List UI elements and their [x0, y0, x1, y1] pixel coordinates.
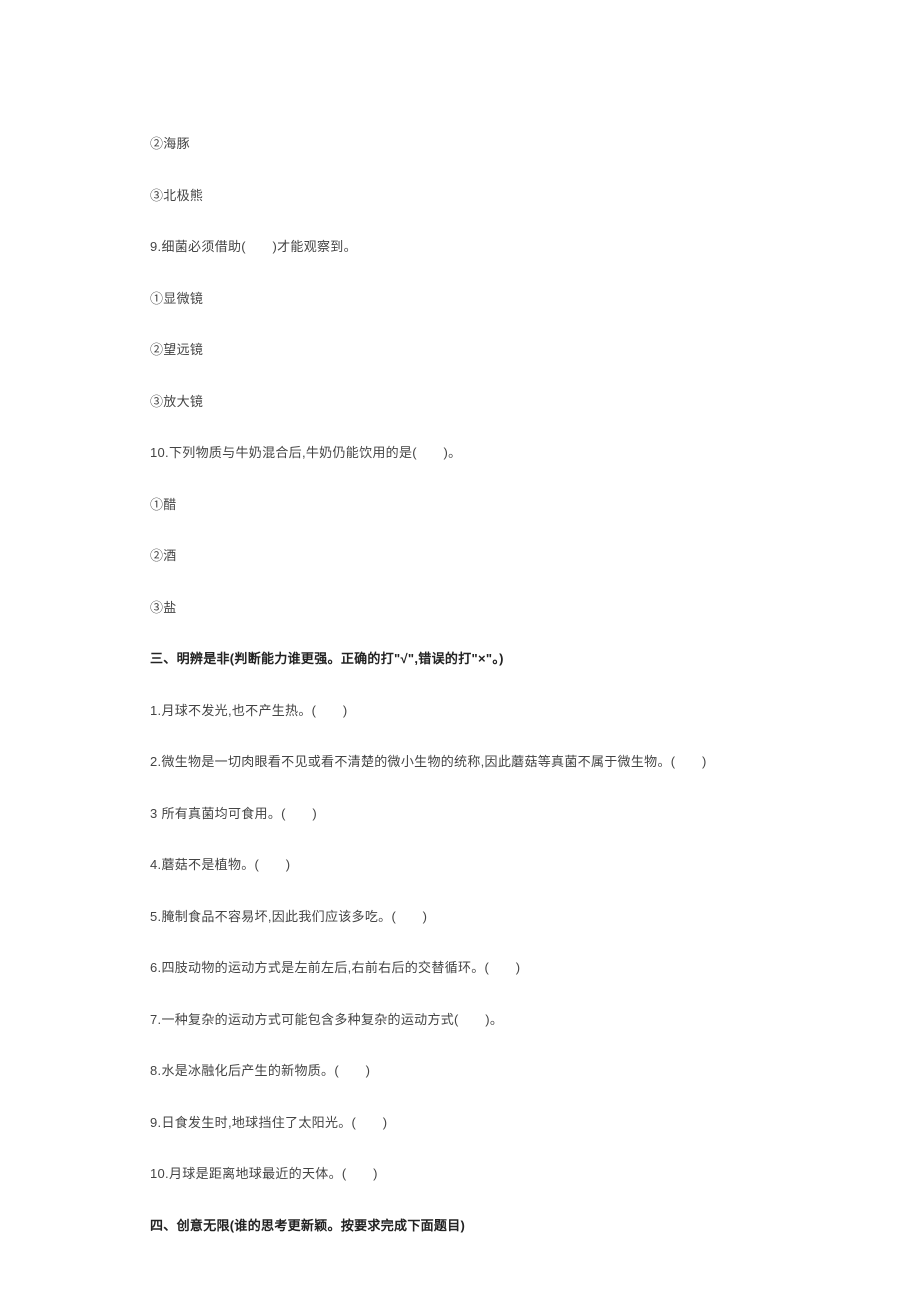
q8-option-2: ②海豚 — [150, 134, 770, 154]
s3-item-1: 1.月球不发光,也不产生热。( ) — [150, 701, 770, 721]
s3-item-8: 8.水是冰融化后产生的新物质。( ) — [150, 1061, 770, 1081]
section-3-title: 三、明辨是非(判断能力谁更强。正确的打"√",错误的打"×"。) — [150, 649, 770, 669]
s3-item-3: 3 所有真菌均可食用。( ) — [150, 804, 770, 824]
q9-option-2: ②望远镜 — [150, 340, 770, 360]
q8-option-3: ③北极熊 — [150, 186, 770, 206]
q9-option-1: ①显微镜 — [150, 289, 770, 309]
section-4-title: 四、创意无限(谁的思考更新颖。按要求完成下面题目) — [150, 1216, 770, 1236]
q10-stem: 10.下列物质与牛奶混合后,牛奶仍能饮用的是( )。 — [150, 443, 770, 463]
s3-item-6: 6.四肢动物的运动方式是左前左后,右前右后的交替循环。( ) — [150, 958, 770, 978]
q9-option-3: ③放大镜 — [150, 392, 770, 412]
s3-item-7: 7.一种复杂的运动方式可能包含多种复杂的运动方式( )。 — [150, 1010, 770, 1030]
q10-option-1: ①醋 — [150, 495, 770, 515]
s3-item-2: 2.微生物是一切肉眼看不见或看不清楚的微小生物的统称,因此蘑菇等真菌不属于微生物… — [150, 752, 770, 772]
q9-stem: 9.细菌必须借助( )才能观察到。 — [150, 237, 770, 257]
s3-item-9: 9.日食发生时,地球挡住了太阳光。( ) — [150, 1113, 770, 1133]
s3-item-4: 4.蘑菇不是植物。( ) — [150, 855, 770, 875]
q10-option-2: ②酒 — [150, 546, 770, 566]
s3-item-5: 5.腌制食品不容易坏,因此我们应该多吃。( ) — [150, 907, 770, 927]
s3-item-10: 10.月球是距离地球最近的天体。( ) — [150, 1164, 770, 1184]
q10-option-3: ③盐 — [150, 598, 770, 618]
